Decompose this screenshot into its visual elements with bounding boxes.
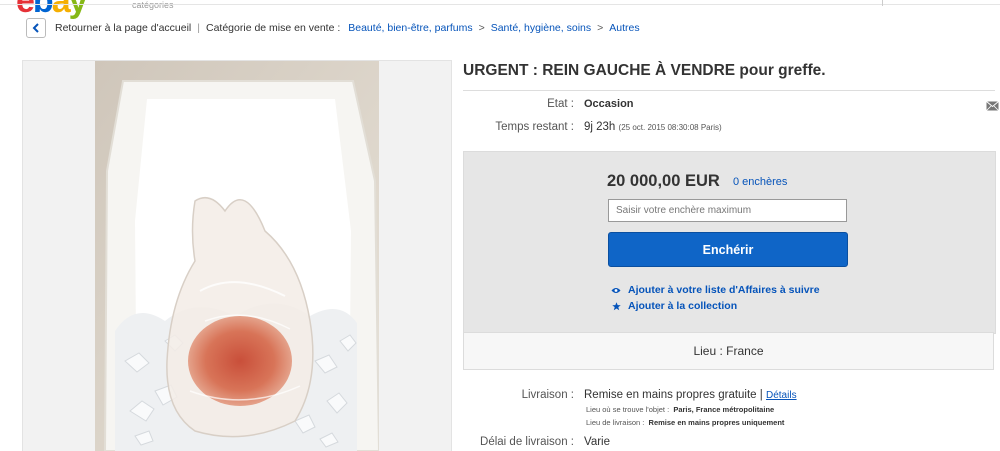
item-photo[interactable] [22,60,452,451]
breadcrumb-item-sante[interactable]: Santé, hygiène, soins [491,22,591,34]
add-to-watchlist-link[interactable]: Ajouter à votre liste d'Affaires à suivr… [611,284,820,296]
location-box: Lieu : France [463,332,994,370]
chevron-left-icon [32,23,40,33]
top-bar: ebay catégories [0,0,1000,18]
breadcrumb: Retourner à la page d'accueil | Catégori… [26,16,640,40]
shipping-label: Livraison : [521,389,574,401]
title-divider [463,90,995,91]
back-button[interactable] [26,18,46,38]
categories-menu[interactable]: catégories [132,0,174,10]
breadcrumb-item-autres[interactable]: Autres [609,22,639,34]
delivery-place-value: Remise en mains propres uniquement [648,418,785,427]
delivery-place: Lieu de livraison : Remise en mains prop… [586,418,784,427]
breadcrumb-arrow: > [478,22,485,34]
delivery-time-value: Varie [584,436,610,448]
time-left-label: Temps restant : [495,121,574,133]
time-left-value: 9j 23h [584,121,616,133]
breadcrumb-separator: | [197,22,200,34]
object-location-label: Lieu où se trouve l'objet : [586,405,670,414]
shipping-details-link[interactable]: Détails [766,390,797,401]
eye-icon [611,287,621,294]
location-text: Lieu : France [693,344,764,358]
back-home-link[interactable]: Retourner à la page d'accueil [55,22,191,34]
condition-label: Etat : [547,98,574,110]
add-to-collection-link[interactable]: Ajouter à la collection [611,300,737,312]
collection-label: Ajouter à la collection [628,300,738,312]
shipping-separator: | [759,389,763,401]
watchlist-label: Ajouter à votre liste d'Affaires à suivr… [628,284,820,296]
current-price: 20 000,00 EUR [607,172,720,190]
star-icon [611,301,621,311]
header-separator [882,0,883,6]
shipping-value: Remise en mains propres gratuite [584,389,757,401]
breadcrumb-arrow: > [597,22,604,34]
condition-value: Occasion [584,98,634,110]
bid-count-link[interactable]: 0 enchères [733,176,787,188]
breadcrumb-item-beaute[interactable]: Beauté, bien-être, parfums [348,22,472,34]
end-date: (25 oct. 2015 08:30:08 Paris) [618,123,722,132]
delivery-time-label: Délai de livraison : [480,436,574,448]
place-bid-button[interactable]: Enchérir [608,232,848,267]
item-image [95,61,379,451]
delivery-place-label: Lieu de livraison : [586,418,645,427]
object-location-value: Paris, France métropolitaine [673,405,775,414]
page-title: URGENT : REIN GAUCHE À VENDRE pour greff… [463,62,826,79]
bid-amount-input[interactable] [608,199,847,222]
email-icon[interactable] [986,98,999,116]
category-prefix: Catégorie de mise en vente : [206,22,341,34]
object-location: Lieu où se trouve l'objet : Paris, Franc… [586,405,774,414]
header-divider [0,4,1000,5]
